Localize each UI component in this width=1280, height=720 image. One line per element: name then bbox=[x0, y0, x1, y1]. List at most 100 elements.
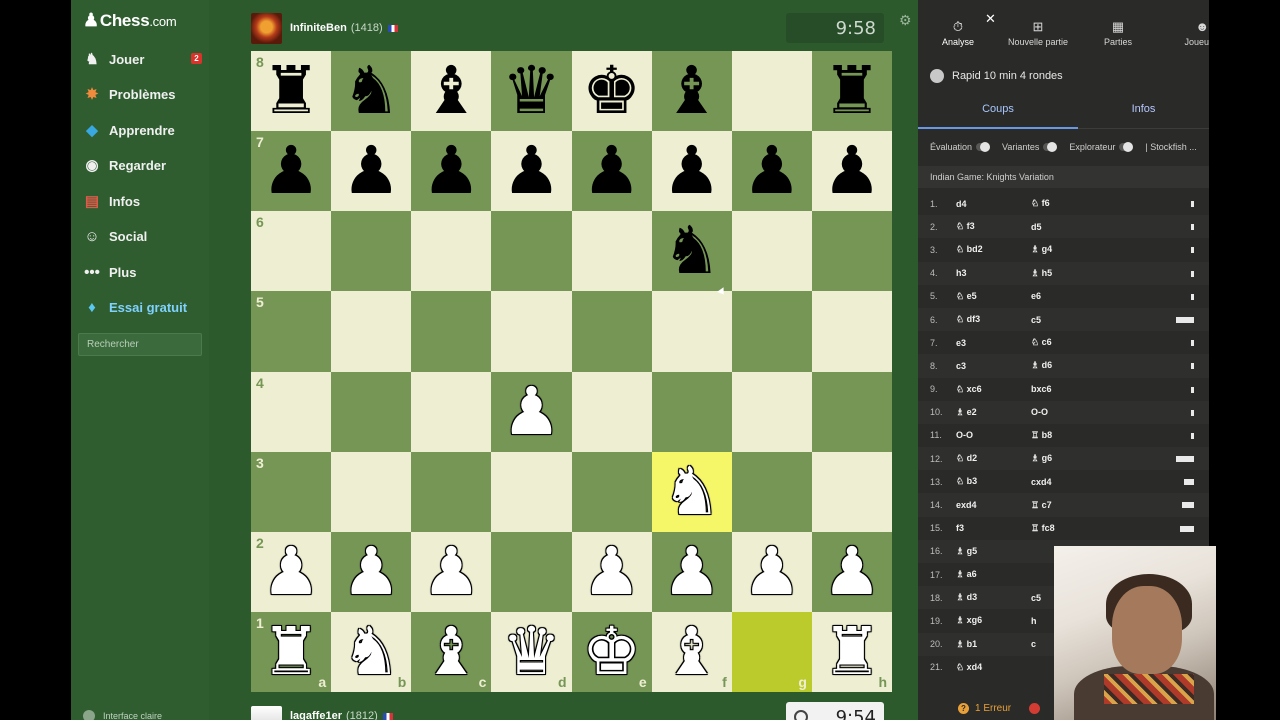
black-move[interactable]: ♗ g6 bbox=[1031, 453, 1121, 464]
black-pawn-icon[interactable]: ♟ bbox=[422, 138, 481, 204]
white-move[interactable]: ♘ e5 bbox=[956, 291, 1031, 302]
square-d3[interactable] bbox=[491, 451, 572, 532]
chess-logo[interactable]: ♟Chess.com bbox=[83, 10, 177, 31]
square-e2[interactable]: ♟ bbox=[571, 531, 652, 612]
white-bishop-icon[interactable]: ♝ bbox=[422, 618, 481, 685]
square-b4[interactable] bbox=[331, 371, 412, 452]
light-theme-toggle[interactable]: Interface claire bbox=[83, 710, 162, 720]
black-rook-icon[interactable]: ♜ bbox=[822, 58, 881, 124]
square-e8[interactable]: ♚ bbox=[571, 51, 652, 132]
sidebar-item-puzzles[interactable]: ✸ Problèmes bbox=[81, 81, 206, 107]
square-b3[interactable] bbox=[331, 451, 412, 532]
tab-moves[interactable]: Coups bbox=[918, 96, 1078, 129]
square-c7[interactable]: ♟ bbox=[411, 131, 492, 212]
white-move[interactable]: ♗ g5 bbox=[956, 546, 1031, 557]
black-move[interactable]: bxc6 bbox=[1031, 384, 1121, 394]
white-move[interactable]: ♘ b3 bbox=[956, 476, 1031, 487]
square-g3[interactable] bbox=[731, 451, 812, 532]
white-move[interactable]: ♗ b1 bbox=[956, 639, 1031, 650]
tab-analysis[interactable]: ⏱ Analyse bbox=[918, 0, 998, 58]
square-d7[interactable]: ♟ bbox=[491, 131, 572, 212]
black-bishop-icon[interactable]: ♝ bbox=[422, 58, 481, 124]
square-h4[interactable] bbox=[811, 371, 892, 452]
white-bishop-icon[interactable]: ♝ bbox=[662, 618, 721, 685]
tab-players[interactable]: ☻ Joueu bbox=[1158, 0, 1209, 58]
square-h2[interactable]: ♟ bbox=[811, 531, 892, 612]
square-f3[interactable]: ♞ bbox=[651, 451, 732, 532]
sidebar-item-free-trial[interactable]: ♦ Essai gratuit bbox=[81, 294, 206, 320]
square-g7[interactable]: ♟ bbox=[731, 131, 812, 212]
black-move[interactable]: ♖ fc8 bbox=[1031, 523, 1121, 534]
engine-label[interactable]: | Stockfish ... bbox=[1145, 142, 1196, 152]
square-d6[interactable] bbox=[491, 211, 572, 292]
white-knight-icon[interactable]: ♞ bbox=[342, 618, 401, 685]
sidebar-item-play[interactable]: ♞ Jouer 2 bbox=[81, 46, 206, 72]
white-move[interactable]: e3 bbox=[956, 338, 1031, 348]
white-move[interactable]: ♘ xc6 bbox=[956, 384, 1031, 395]
black-move[interactable]: ♖ c7 bbox=[1031, 500, 1121, 511]
white-move[interactable]: ♗ xg6 bbox=[956, 615, 1031, 626]
white-move[interactable]: O-O bbox=[956, 430, 1031, 440]
white-move[interactable]: ♘ bd2 bbox=[956, 244, 1031, 255]
tab-games[interactable]: ▦ Parties bbox=[1078, 0, 1158, 58]
square-g8[interactable] bbox=[731, 51, 812, 132]
square-e6[interactable] bbox=[571, 211, 652, 292]
white-move[interactable]: ♗ e2 bbox=[956, 407, 1031, 418]
square-c4[interactable] bbox=[411, 371, 492, 452]
black-pawn-icon[interactable]: ♟ bbox=[582, 138, 641, 204]
square-f7[interactable]: ♟ bbox=[651, 131, 732, 212]
black-bishop-icon[interactable]: ♝ bbox=[662, 58, 721, 124]
square-d5[interactable] bbox=[491, 291, 572, 372]
search-input[interactable]: Rechercher bbox=[78, 333, 202, 356]
white-move[interactable]: h3 bbox=[956, 268, 1031, 278]
black-move[interactable]: ♘ f6 bbox=[1031, 198, 1121, 209]
white-move[interactable]: exd4 bbox=[956, 500, 1031, 510]
error-summary[interactable]: ? 1 Erreur bbox=[958, 701, 1041, 715]
sidebar-item-news[interactable]: ▤ Infos bbox=[81, 188, 206, 214]
variations-toggle[interactable]: Variantes bbox=[1002, 142, 1058, 152]
square-f8[interactable]: ♝ bbox=[651, 51, 732, 132]
white-move[interactable]: c3 bbox=[956, 361, 1031, 371]
white-queen-icon[interactable]: ♛ bbox=[502, 618, 561, 685]
black-move[interactable]: ♗ g4 bbox=[1031, 244, 1121, 255]
square-a2[interactable]: ♟ 2 bbox=[251, 531, 332, 612]
square-b7[interactable]: ♟ bbox=[331, 131, 412, 212]
black-move[interactable]: e6 bbox=[1031, 291, 1121, 301]
square-a3[interactable]: 3 bbox=[251, 451, 332, 532]
square-e3[interactable] bbox=[571, 451, 652, 532]
white-pawn-icon[interactable]: ♟ bbox=[261, 538, 320, 605]
black-pawn-icon[interactable]: ♟ bbox=[662, 138, 721, 204]
square-d8[interactable]: ♛ bbox=[491, 51, 572, 132]
square-g1[interactable]: g bbox=[731, 611, 812, 692]
square-e7[interactable]: ♟ bbox=[571, 131, 652, 212]
square-a7[interactable]: ♟ 7 bbox=[251, 131, 332, 212]
square-h1[interactable]: ♜ h bbox=[811, 611, 892, 692]
white-pawn-icon[interactable]: ♟ bbox=[662, 538, 721, 605]
black-pawn-icon[interactable]: ♟ bbox=[822, 138, 881, 204]
square-a8[interactable]: ♜ 8 bbox=[251, 51, 332, 132]
square-h3[interactable] bbox=[811, 451, 892, 532]
close-icon[interactable]: ✕ bbox=[985, 11, 996, 27]
square-f1[interactable]: ♝ f bbox=[651, 611, 732, 692]
black-move[interactable]: cxd4 bbox=[1031, 477, 1121, 487]
white-pawn-icon[interactable]: ♟ bbox=[342, 538, 401, 605]
square-g5[interactable] bbox=[731, 291, 812, 372]
white-move[interactable]: ♘ d2 bbox=[956, 453, 1031, 464]
sidebar-item-learn[interactable]: ◆ Apprendre bbox=[81, 117, 206, 143]
black-move[interactable]: ♗ h5 bbox=[1031, 268, 1121, 279]
square-h7[interactable]: ♟ bbox=[811, 131, 892, 212]
square-h5[interactable] bbox=[811, 291, 892, 372]
square-f2[interactable]: ♟ bbox=[651, 531, 732, 612]
square-c2[interactable]: ♟ bbox=[411, 531, 492, 612]
black-rook-icon[interactable]: ♜ bbox=[261, 58, 320, 124]
player-name[interactable]: lagaffe1er bbox=[290, 710, 342, 720]
square-d4[interactable]: ♟ bbox=[491, 371, 572, 452]
white-move[interactable]: f3 bbox=[956, 523, 1031, 533]
square-b6[interactable] bbox=[331, 211, 412, 292]
square-h6[interactable] bbox=[811, 211, 892, 292]
white-move[interactable]: ♗ d3 bbox=[956, 592, 1031, 603]
square-c1[interactable]: ♝ c bbox=[411, 611, 492, 692]
white-move[interactable]: ♗ a6 bbox=[956, 569, 1031, 580]
white-move[interactable]: ♘ xd4 bbox=[956, 662, 1031, 673]
sidebar-item-watch[interactable]: ◉ Regarder bbox=[81, 152, 206, 178]
